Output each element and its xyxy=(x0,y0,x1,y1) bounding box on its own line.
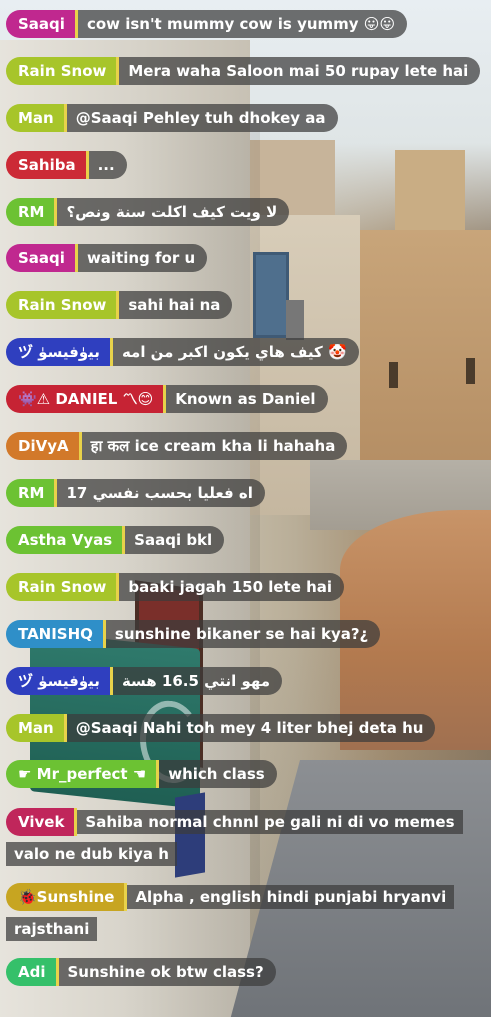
message-text: Sunshine ok btw class? xyxy=(58,958,276,986)
message-text: which class xyxy=(159,760,277,788)
message-text: ... xyxy=(88,151,127,179)
chat-message: DiVyA हा कल ice cream kha li hahaha xyxy=(6,432,348,460)
chat-message: ヅ ﺑﻴﯛﻓﻴﺴﯜ 🤡 كيف هاي يكون اكبر من امه xyxy=(6,338,359,366)
chat-message: Adi Sunshine ok btw class? xyxy=(6,958,276,986)
username-badge[interactable]: ☛ Mr_perfect ☚ xyxy=(6,760,160,788)
chat-message: RM لا ويت كيف اكلت سنة ونص؟ xyxy=(6,198,290,226)
chat-message: ヅ ﺑﻴﯛﻓﻴﺴﯜ مهو انتي 16.5 هسة xyxy=(6,667,283,695)
message-text: @Saaqi Pehley tuh dhokey aa xyxy=(66,104,338,132)
message-text: لا ويت كيف اكلت سنة ونص؟ xyxy=(57,198,290,226)
chat-message: ☛ Mr_perfect ☚ which class xyxy=(6,760,277,788)
message-text: baaki jagah 150 lete hai xyxy=(119,573,345,601)
username-badge[interactable]: RM xyxy=(6,479,58,507)
message-text: sahi hai na xyxy=(119,291,233,319)
message-text: Saaqi bkl xyxy=(125,526,225,554)
username-badge[interactable]: Saaqi xyxy=(6,244,78,272)
username-badge[interactable]: 👾⚠ DANIEL 〽😊 xyxy=(6,385,167,413)
username-badge[interactable]: Rain Snow xyxy=(6,57,120,85)
chat-message: RM اه فعليا بحسب نفسي 17 xyxy=(6,479,265,507)
chat-message: Man @Saaqi Nahi toh mey 4 liter bhej deta… xyxy=(6,714,436,742)
message-text: cow isn't mummy cow is yummy 😛😛 xyxy=(77,10,408,38)
chat-message: 👾⚠ DANIEL 〽😊 Known as Daniel xyxy=(6,385,328,413)
chat-message: Vivek Sahiba normal chnnl pe gali ni di v… xyxy=(6,806,486,870)
username-badge[interactable]: Vivek xyxy=(6,808,78,836)
username-badge[interactable]: Man xyxy=(6,104,67,132)
username-badge[interactable]: Man xyxy=(6,714,67,742)
username-badge[interactable]: Astha Vyas xyxy=(6,526,126,554)
username-badge[interactable]: ヅ ﺑﻴﯛﻓﻴﺴﯜ xyxy=(6,667,113,695)
username-badge[interactable]: Sahiba xyxy=(6,151,89,179)
chat-message: Saaqi waiting for u xyxy=(6,244,208,272)
chat-message: Rain Snow sahi hai na xyxy=(6,291,233,319)
chat-message: Rain Snow baaki jagah 150 lete hai xyxy=(6,573,345,601)
message-text: Mera waha Saloon mai 50 rupay lete hai xyxy=(119,57,481,85)
message-text: waiting for u xyxy=(77,244,208,272)
username-badge[interactable]: Rain Snow xyxy=(6,291,120,319)
username-badge[interactable]: ヅ ﺑﻴﯛﻓﻴﺴﯜ xyxy=(6,338,113,366)
chat-message: Man @Saaqi Pehley tuh dhokey aa xyxy=(6,104,338,132)
username-badge[interactable]: DiVyA xyxy=(6,432,82,460)
username-badge[interactable]: Saaqi xyxy=(6,10,78,38)
chat-message: Astha Vyas Saaqi bkl xyxy=(6,526,225,554)
username-badge[interactable]: Rain Snow xyxy=(6,573,120,601)
message-text: 🤡 كيف هاي يكون اكبر من امه xyxy=(112,338,359,366)
username-badge[interactable]: Adi xyxy=(6,958,59,986)
username-badge[interactable]: RM xyxy=(6,198,58,226)
chat-message: Sahiba... xyxy=(6,151,127,179)
message-text: @Saaqi Nahi toh mey 4 liter bhej deta hu xyxy=(66,714,436,742)
chat-message: TANISHQ sunshine bikaner se hai kya?¿ xyxy=(6,620,381,648)
message-text: اه فعليا بحسب نفسي 17 xyxy=(57,479,265,507)
message-text: sunshine bikaner se hai kya?¿ xyxy=(105,620,381,648)
chat-message: 🐞Sunshine Alpha , english hindi punjabi h… xyxy=(6,881,486,945)
chat-message: Rain Snow Mera waha Saloon mai 50 rupay l… xyxy=(6,57,481,85)
username-badge[interactable]: 🐞Sunshine xyxy=(6,883,128,911)
chat-message: Saaqi cow isn't mummy cow is yummy 😛😛 xyxy=(6,10,408,38)
username-badge[interactable]: TANISHQ xyxy=(6,620,106,648)
message-text: مهو انتي 16.5 هسة xyxy=(112,667,283,695)
message-text: Known as Daniel xyxy=(166,385,328,413)
message-text: हा कल ice cream kha li hahaha xyxy=(81,432,348,460)
